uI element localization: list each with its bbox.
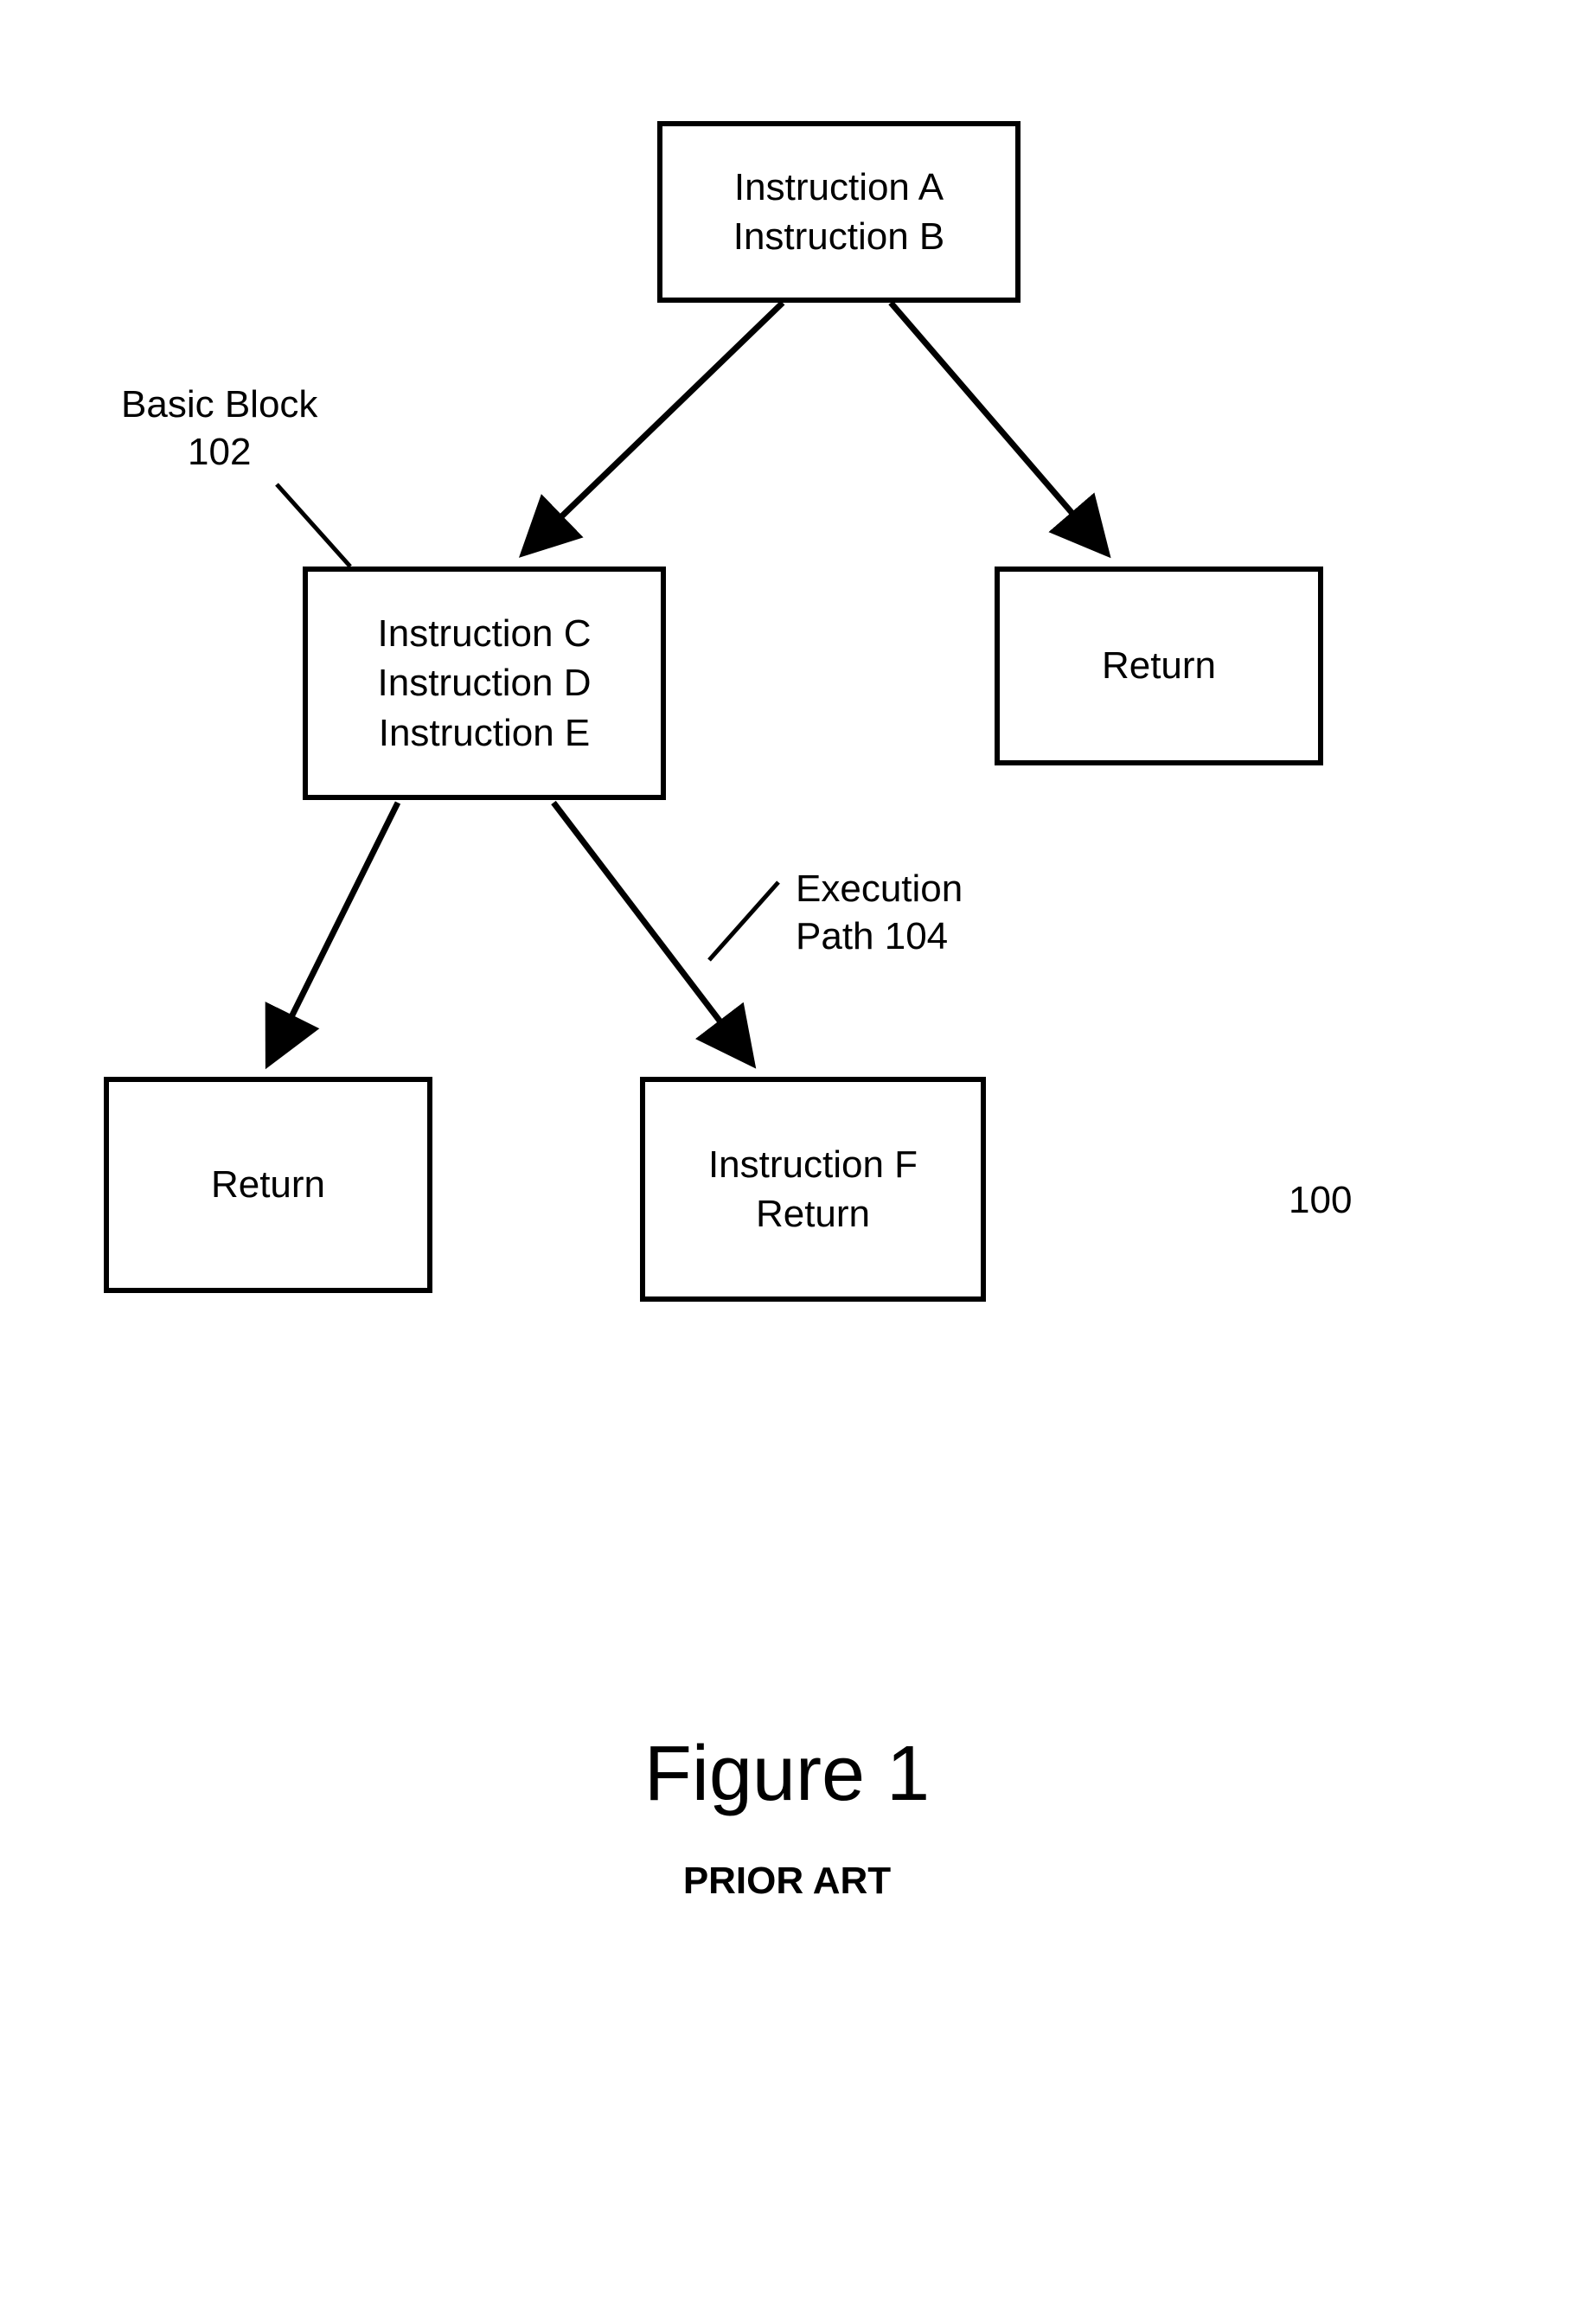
node-bottom-right-line-1: Return (756, 1189, 870, 1239)
label-figure-number: 100 (1289, 1176, 1352, 1224)
callout-basic-block (277, 484, 350, 567)
node-top-line-1: Instruction B (733, 212, 945, 261)
label-basic-block-line-2: 102 (121, 428, 317, 476)
node-right-mid: Return (995, 567, 1323, 765)
node-left-mid-line-0: Instruction C (378, 609, 592, 658)
label-execution-path-line-2: Path 104 (796, 912, 963, 960)
label-execution-path-line-1: Execution (796, 865, 963, 912)
node-right-mid-line-0: Return (1102, 641, 1216, 690)
edge-top-to-leftmid (523, 303, 783, 554)
node-left-mid-line-1: Instruction D (378, 658, 592, 707)
node-bottom-left: Return (104, 1077, 432, 1293)
edge-top-to-rightmid (891, 303, 1107, 554)
node-bottom-right: Instruction F Return (640, 1077, 986, 1302)
edge-leftmid-to-bottomright (553, 803, 752, 1064)
node-bottom-right-line-0: Instruction F (708, 1140, 918, 1189)
node-top: Instruction A Instruction B (657, 121, 1021, 303)
node-bottom-left-line-0: Return (211, 1160, 325, 1209)
edge-leftmid-to-bottomleft (268, 803, 398, 1064)
node-top-line-0: Instruction A (734, 163, 944, 212)
label-basic-block: Basic Block 102 (121, 381, 317, 476)
callout-execution-path (709, 882, 778, 960)
label-execution-path: Execution Path 104 (796, 865, 963, 960)
node-left-mid: Instruction C Instruction D Instruction … (303, 567, 666, 800)
label-basic-block-line-1: Basic Block (121, 381, 317, 428)
diagram-page: Instruction A Instruction B Instruction … (0, 0, 1574, 2324)
figure-title: Figure 1 (0, 1730, 1574, 1819)
node-left-mid-line-2: Instruction E (379, 708, 591, 758)
figure-subtitle: PRIOR ART (0, 1860, 1574, 1903)
